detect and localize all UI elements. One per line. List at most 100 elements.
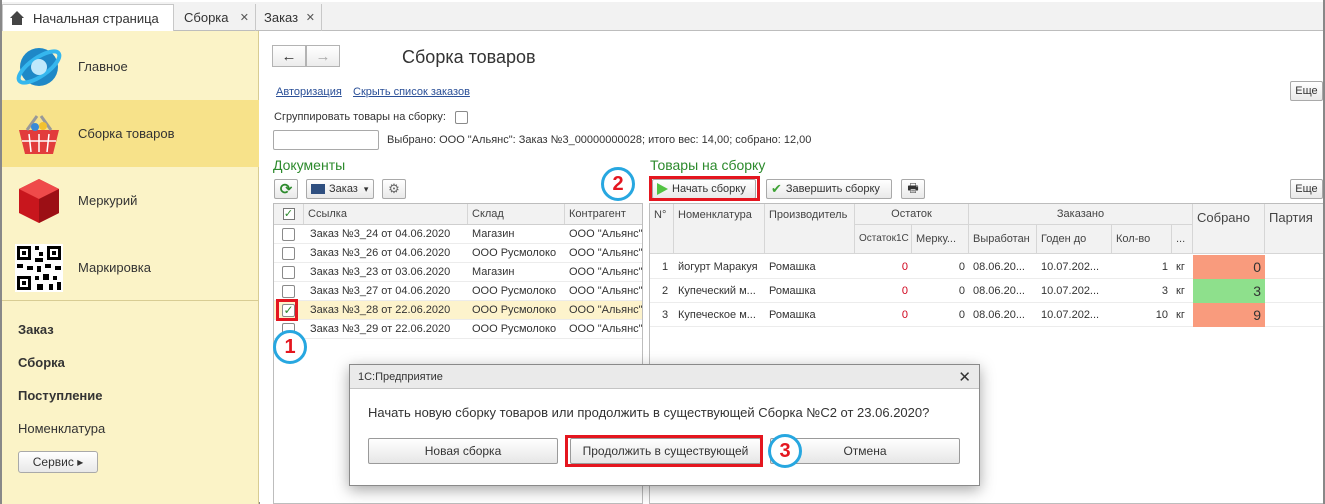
nomenclature-cell: Купеческое м... xyxy=(678,309,756,321)
stock1-cell: 0 xyxy=(901,285,908,297)
order-link[interactable]: Заказ №3_26 от 04.06.2020 xyxy=(306,244,468,263)
tab-label: Заказ xyxy=(264,10,299,25)
sidebar: Главное Сборка товаров Меркурий Маркиров… xyxy=(2,31,259,504)
qty-cell: 1 xyxy=(1161,261,1168,273)
sidebar-link-assembly[interactable]: Сборка xyxy=(18,355,65,370)
new-assembly-button[interactable]: Новая сборка xyxy=(368,438,558,464)
row-number: 3 xyxy=(662,309,669,321)
column-header[interactable]: Годен до xyxy=(1037,225,1112,254)
goods-more-button[interactable]: Еще xyxy=(1290,179,1323,199)
refresh-icon: ⟳ xyxy=(279,181,293,198)
checkmark-icon: ✔ xyxy=(771,181,782,196)
sidebar-item-label: Маркировка xyxy=(78,260,151,275)
column-header[interactable]: ... xyxy=(1172,225,1193,254)
column-header[interactable]: Кол-во xyxy=(1112,225,1172,254)
column-header[interactable]: Контрагент xyxy=(565,204,642,224)
forward-button[interactable]: → xyxy=(306,45,340,67)
select-all-cell[interactable]: ✓ xyxy=(274,204,304,224)
column-header[interactable]: Собрано xyxy=(1193,204,1265,254)
globe-logo-icon xyxy=(16,47,62,86)
counterparty-cell: ООО "Альянс" xyxy=(569,228,643,240)
table-row[interactable]: Заказ №3_26 от 04.06.2020 ООО Русмолоко … xyxy=(274,244,642,263)
column-header[interactable]: N° xyxy=(650,204,674,254)
manufacturer-cell: Ромашка xyxy=(769,285,816,297)
collected-cell[interactable]: 3 xyxy=(1193,279,1265,303)
column-header[interactable]: Партия xyxy=(1265,204,1323,254)
step-badge-2: 2 xyxy=(601,167,635,201)
table-row[interactable]: Заказ №3_29 от 22.06.2020 ООО Русмолоко … xyxy=(274,320,642,339)
order-link[interactable]: Заказ №3_28 от 22.06.2020 xyxy=(306,301,468,320)
column-header[interactable]: Остаток xyxy=(855,204,969,225)
row-checkbox[interactable] xyxy=(282,285,295,298)
settings-button[interactable]: ⚙ xyxy=(382,179,406,199)
sidebar-item-mercury[interactable]: Меркурий xyxy=(2,167,259,234)
column-header[interactable]: Мерку... xyxy=(912,225,969,254)
document-icon xyxy=(311,184,325,194)
column-header[interactable]: Остаток1С xyxy=(855,225,912,254)
sidebar-item-assembly[interactable]: Сборка товаров xyxy=(2,100,259,167)
table-row[interactable]: 2 Купеческий м... Ромашка 0 0 08.06.20..… xyxy=(650,279,1323,303)
order-link[interactable]: Заказ №3_29 от 22.06.2020 xyxy=(306,320,468,339)
highlight-start-button xyxy=(649,176,760,201)
column-header[interactable]: Выработан xyxy=(969,225,1037,254)
sidebar-item-main[interactable]: Главное xyxy=(2,33,259,100)
tab-assembly[interactable]: Сборка ✕ xyxy=(178,4,256,31)
table-row[interactable]: Заказ №3_24 от 04.06.2020 Магазин ООО "А… xyxy=(274,225,642,244)
order-link[interactable]: Заказ №3_27 от 04.06.2020 xyxy=(306,282,468,301)
order-link[interactable]: Заказ №3_24 от 04.06.2020 xyxy=(306,225,468,244)
refresh-button[interactable]: ⟳ xyxy=(274,179,298,199)
column-header[interactable]: Заказано xyxy=(969,204,1193,225)
stock-merc-cell: 0 xyxy=(958,309,965,321)
tab-home[interactable]: Начальная страница xyxy=(2,4,174,31)
page-title: Сборка товаров xyxy=(402,47,536,67)
row-checkbox[interactable] xyxy=(282,266,295,279)
collected-cell[interactable]: 0 xyxy=(1193,255,1265,279)
table-row[interactable]: Заказ №3_27 от 04.06.2020 ООО Русмолоко … xyxy=(274,282,642,301)
confirm-dialog: 1С:Предприятие ✕ Начать новую сборку тов… xyxy=(349,364,980,486)
sidebar-link-nomenclature[interactable]: Номенклатура xyxy=(18,421,105,436)
sidebar-divider xyxy=(2,300,259,301)
red-cube-icon xyxy=(19,178,59,223)
finish-assembly-button[interactable]: ✔ Завершить сборку xyxy=(766,179,892,199)
back-button[interactable]: ← xyxy=(272,45,306,67)
row-checkbox[interactable] xyxy=(282,247,295,260)
close-icon[interactable]: ✕ xyxy=(958,368,971,386)
table-row[interactable]: 1 йогурт Маракуя Ромашка 0 0 08.06.20...… xyxy=(650,255,1323,279)
order-button-label: Заказ xyxy=(329,183,358,195)
close-icon[interactable]: ✕ xyxy=(306,11,315,24)
column-header[interactable]: Ссылка xyxy=(304,204,468,224)
table-row[interactable]: 3 Купеческое м... Ромашка 0 0 08.06.20..… xyxy=(650,303,1323,327)
collected-cell[interactable]: 9 xyxy=(1193,303,1265,327)
column-header[interactable]: Склад xyxy=(468,204,565,224)
sidebar-link-receipt[interactable]: Поступление xyxy=(18,388,103,403)
unit-cell: кг xyxy=(1176,285,1185,297)
stock-merc-cell: 0 xyxy=(958,261,965,273)
close-icon[interactable]: ✕ xyxy=(240,11,249,24)
order-link[interactable]: Заказ №3_23 от 03.06.2020 xyxy=(306,263,468,282)
row-checkbox[interactable] xyxy=(282,228,295,241)
finish-assembly-label: Завершить сборку xyxy=(785,183,880,195)
table-row-selected[interactable]: ✓ Заказ №3_28 от 22.06.2020 ООО Русмолок… xyxy=(274,301,642,320)
nomenclature-cell: йогурт Маракуя xyxy=(678,261,758,273)
print-button[interactable]: 🖶 xyxy=(901,179,925,199)
hide-orders-link[interactable]: Скрыть список заказов xyxy=(353,86,470,98)
highlight-continue-button xyxy=(565,435,763,467)
more-button[interactable]: Еще xyxy=(1290,81,1323,101)
table-row[interactable]: Заказ №3_23 от 03.06.2020 Магазин ООО "А… xyxy=(274,263,642,282)
basket-icon xyxy=(19,114,59,154)
column-header[interactable]: Номенклатура xyxy=(674,204,765,254)
order-dropdown-button[interactable]: Заказ ▾ xyxy=(306,179,374,199)
tab-order[interactable]: Заказ ✕ xyxy=(258,4,322,31)
qty-cell: 10 xyxy=(1155,309,1168,321)
auth-link[interactable]: Авторизация xyxy=(276,86,342,98)
valid-to-cell: 10.07.202... xyxy=(1041,285,1100,297)
service-button[interactable]: Сервис ▸ xyxy=(18,451,98,473)
row-number: 2 xyxy=(662,285,669,297)
column-header[interactable]: Производитель xyxy=(765,204,855,254)
search-input[interactable] xyxy=(273,130,379,150)
sidebar-link-order[interactable]: Заказ xyxy=(18,322,54,337)
qr-code-icon xyxy=(15,243,63,292)
group-checkbox[interactable] xyxy=(455,111,468,124)
sidebar-item-marking[interactable]: Маркировка xyxy=(2,234,259,301)
home-icon xyxy=(9,11,25,25)
